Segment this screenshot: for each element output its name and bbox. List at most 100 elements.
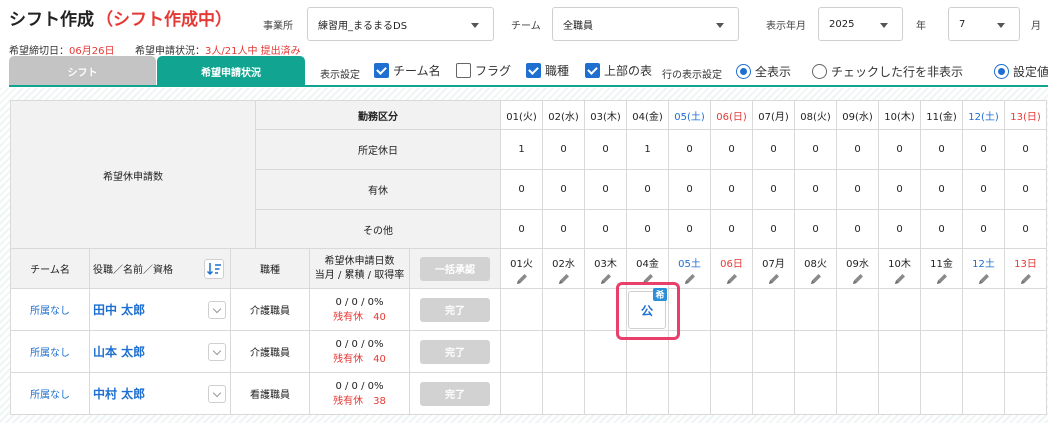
pencil-icon[interactable] (767, 270, 781, 286)
expand-chevron-icon[interactable] (208, 385, 226, 403)
radio-hide-checked[interactable]: チェックした行を非表示 (812, 63, 963, 80)
day-column-header[interactable]: 11金 (921, 248, 963, 289)
day-column-header[interactable]: 13日 (1005, 248, 1047, 289)
pencil-icon[interactable] (977, 270, 991, 286)
day-column-header[interactable]: 10木 (879, 248, 921, 289)
radio-empty-icon[interactable] (812, 64, 827, 79)
pencil-icon[interactable] (935, 270, 949, 286)
shift-day-cell[interactable] (1005, 289, 1047, 331)
shift-day-cell[interactable] (879, 289, 921, 331)
checkbox-checked-icon[interactable] (374, 63, 389, 78)
shift-day-cell[interactable] (711, 373, 753, 415)
shift-day-cell[interactable] (627, 373, 669, 415)
shift-day-cell[interactable] (753, 373, 795, 415)
pencil-icon[interactable] (557, 270, 571, 286)
shift-day-cell[interactable] (963, 289, 1005, 331)
pencil-icon[interactable] (851, 270, 865, 286)
shift-day-cell[interactable] (921, 331, 963, 373)
shift-day-cell[interactable] (753, 289, 795, 331)
shift-day-cell[interactable] (963, 331, 1005, 373)
day-column-header[interactable]: 09水 (837, 248, 879, 289)
option-label: 上部の表 (604, 64, 653, 78)
shift-day-cell[interactable] (585, 373, 627, 415)
bulk-approve-button[interactable]: 一括承認 (420, 256, 490, 281)
shift-day-cell[interactable] (837, 373, 879, 415)
shift-day-cell[interactable] (837, 331, 879, 373)
shift-day-cell[interactable] (501, 373, 543, 415)
shift-day-cell[interactable] (753, 331, 795, 373)
radio-setting-value[interactable]: 設定値 (994, 63, 1048, 80)
checkbox-checked-icon[interactable] (526, 63, 541, 78)
option-team-name[interactable]: チーム名 (374, 62, 441, 79)
shift-day-cell[interactable] (501, 289, 543, 331)
pencil-icon[interactable] (515, 270, 529, 286)
staff-team-link[interactable]: 所属なし (10, 289, 90, 331)
staff-team-link[interactable]: 所属なし (10, 373, 90, 415)
radio-selected-icon[interactable] (736, 64, 751, 79)
pencil-icon[interactable] (1019, 270, 1033, 286)
complete-button[interactable]: 完了 (420, 381, 490, 406)
shift-day-cell[interactable] (669, 373, 711, 415)
shift-day-cell[interactable] (711, 331, 753, 373)
radio-show-all[interactable]: 全表示 (736, 63, 791, 80)
day-column-header[interactable]: 07月 (753, 248, 795, 289)
staff-name-link[interactable]: 中村 太郎 (93, 385, 145, 402)
radio-selected-icon[interactable] (994, 64, 1009, 79)
complete-button[interactable]: 完了 (420, 297, 490, 322)
pencil-icon[interactable] (599, 270, 613, 286)
year-select[interactable]: 2025 (818, 7, 903, 41)
day-column-header[interactable]: 12土 (963, 248, 1005, 289)
shift-day-cell[interactable] (795, 373, 837, 415)
staff-job-type: 介護職員 (231, 289, 310, 331)
complete-button[interactable]: 完了 (420, 339, 490, 364)
shift-day-cell[interactable] (543, 373, 585, 415)
checkbox-checked-icon[interactable] (585, 63, 600, 78)
staff-name-link[interactable]: 田中 太郎 (93, 301, 145, 318)
shift-day-cell[interactable] (879, 331, 921, 373)
day-column-header[interactable]: 02水 (543, 248, 585, 289)
staff-team-link[interactable]: 所属なし (10, 331, 90, 373)
pencil-icon[interactable] (725, 270, 739, 286)
header-bulk: 一括承認 (410, 248, 501, 289)
summary-count-cell: 0 (1005, 210, 1047, 250)
day-label: 05土 (678, 259, 701, 270)
shift-day-cell[interactable] (501, 331, 543, 373)
expand-chevron-icon[interactable] (208, 343, 226, 361)
shift-day-cell[interactable] (795, 289, 837, 331)
pencil-icon[interactable] (809, 270, 823, 286)
checkbox-empty-icon[interactable] (456, 63, 471, 78)
tab-request-status[interactable]: 希望申請状況 (157, 56, 305, 86)
summary-count-cell: 0 (795, 170, 837, 210)
option-job-type[interactable]: 職種 (526, 62, 569, 79)
shift-day-cell[interactable] (1005, 331, 1047, 373)
day-column-header[interactable]: 01火 (501, 248, 543, 289)
shift-day-cell[interactable] (795, 331, 837, 373)
office-select[interactable]: 練習用_まるまるDS (307, 7, 494, 41)
team-select[interactable]: 全職員 (552, 7, 739, 41)
summary-count-cell: 0 (669, 210, 711, 250)
shift-day-cell[interactable] (543, 331, 585, 373)
day-label: 04金 (636, 259, 659, 270)
shift-day-cell[interactable] (963, 373, 1005, 415)
month-select[interactable]: 7 (948, 7, 1020, 41)
sort-icon[interactable] (204, 259, 224, 279)
day-column-header[interactable]: 08火 (795, 248, 837, 289)
shift-day-cell[interactable] (543, 289, 585, 331)
expand-chevron-icon[interactable] (208, 301, 226, 319)
remaining-leave: 残有休 38 (333, 395, 386, 407)
tab-shift[interactable]: シフト (9, 56, 156, 86)
shift-day-cell[interactable] (921, 373, 963, 415)
option-flag[interactable]: フラグ (456, 62, 511, 79)
day-label: 11金 (930, 259, 953, 270)
staff-name-link[interactable]: 山本 太郎 (93, 343, 145, 360)
pencil-icon[interactable] (893, 270, 907, 286)
shift-day-cell[interactable] (837, 289, 879, 331)
option-top-table[interactable]: 上部の表 (585, 62, 652, 79)
day-column-header[interactable]: 06日 (711, 248, 753, 289)
summary-count-cell: 0 (837, 210, 879, 250)
shift-day-cell[interactable] (1005, 373, 1047, 415)
shift-day-cell[interactable] (879, 373, 921, 415)
shift-day-cell[interactable] (921, 289, 963, 331)
pencil-icon[interactable] (683, 270, 697, 286)
shift-day-cell[interactable] (711, 289, 753, 331)
